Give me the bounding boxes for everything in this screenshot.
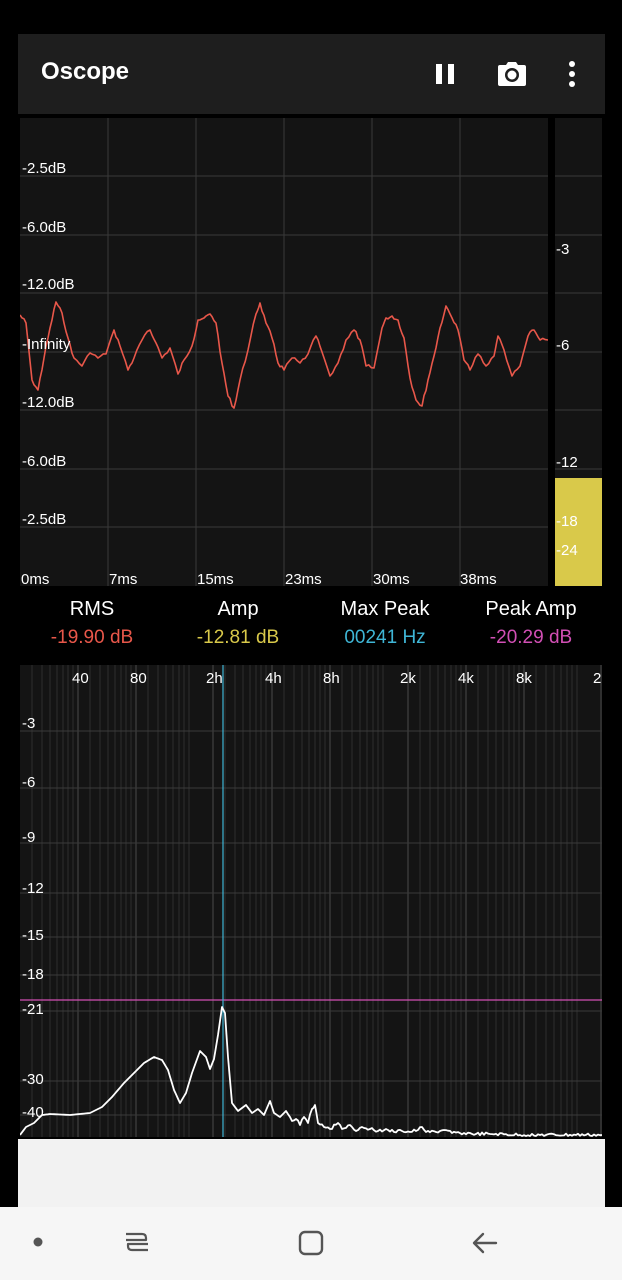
meter-label: -3 [556,241,570,258]
spectrum-plot [20,665,602,1137]
app-bar: Oscope [18,34,605,114]
fft-x-label: 80 [130,670,147,687]
stats-row: RMS -19.90 dB Amp -12.81 dB Max Peak 002… [0,598,622,658]
meter-level-bar [555,478,602,586]
fft-y-label: -3 [22,715,36,732]
scope-y-label: -6.0dB [22,219,67,236]
stat-peak-amp: Peak Amp -20.29 dB [470,598,592,649]
fft-y-label: -12 [22,880,44,897]
stat-label: RMS [69,598,115,620]
scope-y-label: -2.5dB [22,160,67,177]
oscilloscope-panel: -2.5dB -6.0dB -12.0dB -Infinity -12.0dB … [20,118,548,588]
scope-x-label: 23ms [285,571,322,588]
level-meter: -3 -6 -12 -18 -24 [555,118,602,586]
stat-value: 00241 Hz [344,627,426,648]
home-icon[interactable] [296,1228,326,1258]
scope-x-label: 38ms [460,571,497,588]
fft-x-label: 40 [72,670,89,687]
stat-value: -19.90 dB [50,627,134,648]
fft-x-label: 2k [400,670,416,687]
fft-x-label: 8h [323,670,340,687]
stat-amp: Amp -12.81 dB [178,598,298,649]
stat-max-peak: Max Peak 00241 Hz [320,598,450,649]
more-vert-icon[interactable] [560,58,580,90]
stat-rms: RMS -19.90 dB [32,598,152,649]
fft-y-label: -30 [22,1071,44,1088]
meter-label: -6 [556,337,570,354]
meter-label: -24 [556,542,578,559]
scope-x-label: 15ms [197,571,234,588]
scope-x-label: 7ms [109,571,138,588]
scope-x-label: 30ms [373,571,410,588]
fft-y-label: -15 [22,927,44,944]
spectrum-panel: 40 80 2h 4h 8h 2k 4k 8k 2 -3 -6 -9 -12 -… [20,665,602,1137]
stat-label: Max Peak [340,598,430,620]
stat-label: Amp [217,598,259,620]
fft-x-label: 2h [206,670,223,687]
scope-x-label: 0ms [21,571,50,588]
camera-icon[interactable] [496,58,528,90]
fft-y-label: -40 [22,1104,44,1121]
stat-value: -12.81 dB [196,627,280,648]
fft-y-label: -6 [22,774,36,791]
spectrum-trace [20,1006,602,1137]
fft-y-label: -18 [22,966,44,983]
recent-apps-icon[interactable] [122,1227,152,1257]
scope-y-label: -2.5dB [22,511,67,528]
fft-x-label: 4k [458,670,474,687]
app-title: Oscope [41,58,130,85]
scope-y-label: -6.0dB [22,453,67,470]
oscilloscope-waveform [20,118,548,586]
meter-label: -18 [556,513,578,530]
meter-label: -12 [556,454,578,471]
scope-y-label: -Infinity [22,336,71,353]
navigation-bar [0,1207,622,1280]
stat-value: -20.29 dB [489,627,573,648]
bottom-sheet [18,1139,605,1207]
fft-x-label: 2 [593,670,602,687]
fft-y-label: -21 [22,1001,44,1018]
fft-y-label: -9 [22,829,36,846]
scope-y-label: -12.0dB [22,394,75,411]
pause-icon[interactable] [430,58,462,90]
stat-label: Peak Amp [485,598,577,620]
scope-y-label: -12.0dB [22,276,75,293]
fft-x-label: 8k [516,670,532,687]
back-icon[interactable] [470,1228,500,1258]
fft-x-label: 4h [265,670,282,687]
dot-icon[interactable] [32,1236,44,1248]
